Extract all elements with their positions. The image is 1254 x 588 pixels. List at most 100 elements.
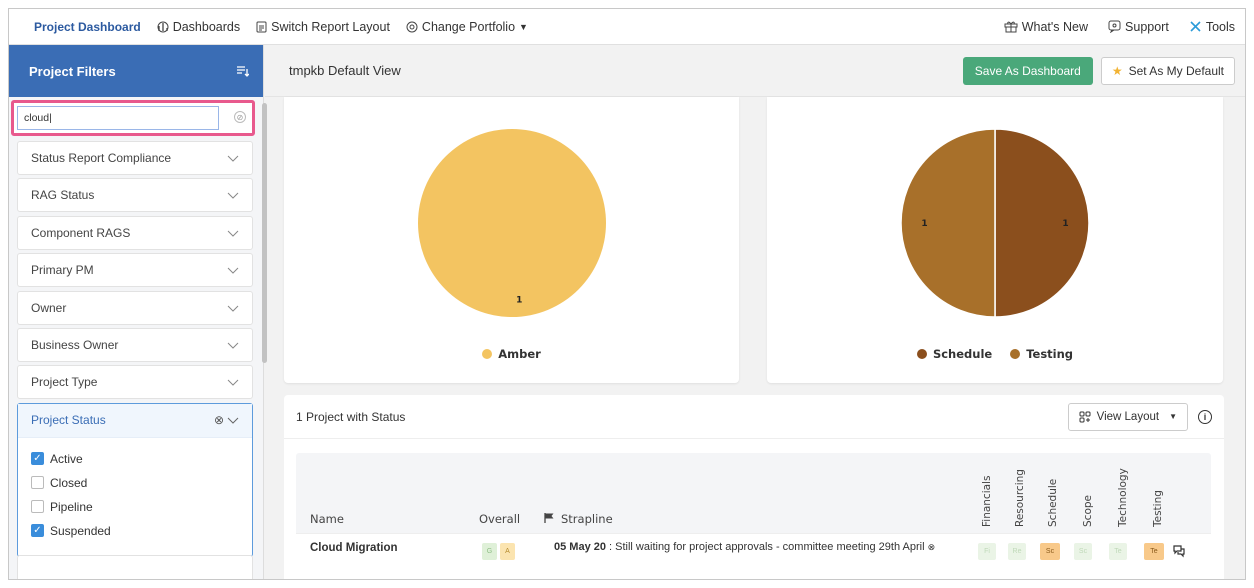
nav-support-label: Support <box>1125 19 1169 34</box>
checkbox-closed[interactable] <box>31 476 44 490</box>
header-schedule[interactable]: Schedule <box>1045 457 1061 527</box>
option-active[interactable]: ✓ Active <box>31 447 239 471</box>
projects-table-card: 1 Project with Status View Layout ▼ i Na… <box>284 395 1224 579</box>
comp-pill-resourcing: Re <box>1008 543 1026 560</box>
legend-label: Testing <box>1026 347 1074 361</box>
filter-label: Project Status <box>31 413 106 428</box>
checkbox-suspended[interactable]: ✓ <box>31 524 44 538</box>
option-closed[interactable]: Closed <box>31 471 239 495</box>
filter-label: RAG Status <box>31 188 95 203</box>
layout-icon <box>256 21 267 33</box>
sidebar-header: Project Filters <box>9 45 263 97</box>
pie-slice-amber[interactable] <box>418 129 606 317</box>
nav-switch-layout[interactable]: Switch Report Layout <box>256 20 390 34</box>
clock-icon: ⊗ <box>927 542 936 552</box>
header-label: Financials <box>981 475 993 527</box>
nav-change-portfolio-label: Change Portfolio <box>421 19 516 34</box>
comp-pill-technology: Te <box>1109 543 1127 560</box>
support-icon <box>1108 20 1121 33</box>
nav-tools[interactable]: Tools <box>1189 20 1235 34</box>
view-title: tmpkb Default View <box>289 63 401 78</box>
filter-project-status-header[interactable]: Project Status ⊗ <box>18 403 252 438</box>
filter-primary-pm[interactable]: Primary PM <box>17 253 253 288</box>
header-label: Schedule <box>1047 478 1059 527</box>
rag-pie-legend: Amber <box>284 347 739 361</box>
comp-pill-financials: Fi <box>978 543 996 560</box>
filter-project-type[interactable]: Project Type <box>17 365 253 400</box>
header-scope[interactable]: Scope <box>1080 457 1096 527</box>
legend-item-schedule[interactable]: Schedule <box>916 347 993 361</box>
top-nav: Project Dashboard Dashboards Switch Repo… <box>9 9 1245 45</box>
header-testing[interactable]: Testing <box>1150 457 1166 527</box>
nav-change-portfolio[interactable]: Change Portfolio ▼ <box>406 20 528 34</box>
portfolio-icon <box>406 21 418 33</box>
checkbox-active[interactable]: ✓ <box>31 452 44 466</box>
pie-slice-testing[interactable] <box>900 128 996 318</box>
legend-item-testing[interactable]: Testing <box>1010 347 1073 361</box>
header-resourcing[interactable]: Resourcing <box>1012 457 1028 527</box>
filter-status-report-compliance[interactable]: Status Report Compliance <box>17 141 253 175</box>
chevron-down-icon <box>227 375 239 389</box>
chevron-down-icon <box>227 338 239 352</box>
option-suspended[interactable]: ✓ Suspended <box>31 519 239 543</box>
filter-label: Owner <box>31 300 67 315</box>
comments-icon[interactable] <box>1172 544 1186 563</box>
caret-down-icon: ▼ <box>1169 412 1177 421</box>
comp-pill-scope: Sc <box>1074 543 1092 560</box>
filter-label: Status Report Compliance <box>31 151 172 165</box>
option-pipeline[interactable]: Pipeline <box>31 495 239 519</box>
filter-rag-status[interactable]: RAG Status <box>17 178 253 213</box>
nav-support[interactable]: Support <box>1108 20 1169 34</box>
pie-slice-schedule[interactable] <box>994 128 1090 318</box>
collapse-filters-icon[interactable] <box>236 65 249 77</box>
view-layout-dropdown[interactable]: View Layout ▼ <box>1067 402 1188 431</box>
filter-more[interactable] <box>17 555 253 579</box>
status-options: ✓ Active Closed Pipeline ✓ Suspended <box>18 438 252 552</box>
view-layout-label: View Layout <box>1096 410 1160 423</box>
legend-swatch <box>482 349 493 359</box>
table-card-header: 1 Project with Status View Layout ▼ i <box>284 395 1224 439</box>
pie-value-label: 1 <box>921 219 927 229</box>
header-name[interactable]: Name <box>310 512 344 526</box>
strapline-body: : Still waiting for project approvals - … <box>605 541 925 553</box>
filter-label: Project Type <box>31 375 98 390</box>
filter-business-owner[interactable]: Business Owner <box>17 327 253 362</box>
header-strapline-label: Strapline <box>561 512 613 526</box>
filter-label: Component RAGS <box>31 225 131 240</box>
rag-pie-chart: 1 <box>418 129 606 317</box>
table-row[interactable]: Cloud Migration G A 05 May 20 : Still wa… <box>296 533 1211 573</box>
chevron-down-icon <box>227 301 239 315</box>
filter-search-input[interactable] <box>17 106 219 130</box>
search-highlight: ⊘ <box>11 100 255 136</box>
chevron-down-icon <box>227 226 239 240</box>
header-technology[interactable]: Technology <box>1115 457 1131 527</box>
clear-filter-icon[interactable]: ⊗ <box>214 413 224 427</box>
overall-pill-a: A <box>500 543 515 560</box>
info-icon[interactable]: i <box>1198 409 1212 424</box>
header-strapline[interactable]: Strapline <box>544 512 613 526</box>
save-as-dashboard-button[interactable]: Save As Dashboard <box>962 56 1093 85</box>
legend-item-amber[interactable]: Amber <box>482 347 541 361</box>
checkbox-pipeline[interactable] <box>31 500 44 514</box>
overall-pill-g: G <box>482 543 497 560</box>
nav-whats-new[interactable]: What's New <box>1004 20 1088 34</box>
filter-label: Business Owner <box>31 337 119 352</box>
component-pie-chart: 11 <box>900 128 1090 318</box>
component-pie-legend: Schedule Testing <box>767 347 1223 361</box>
filter-project-status: Project Status ⊗ ✓ Active Closed Pipelin… <box>17 402 253 557</box>
header-overall[interactable]: Overall <box>479 512 520 526</box>
clear-search-icon[interactable]: ⊘ <box>234 111 246 123</box>
nav-dashboards[interactable]: Dashboards <box>157 20 240 34</box>
project-name-link[interactable]: Cloud Migration <box>310 542 398 554</box>
set-as-default-button[interactable]: ★ Set As My Default <box>1100 56 1235 85</box>
sidebar-title: Project Filters <box>29 63 116 79</box>
header-financials[interactable]: Financials <box>979 457 995 527</box>
pie-value-label: 1 <box>1062 219 1068 229</box>
nav-switch-layout-label: Switch Report Layout <box>271 19 390 34</box>
legend-label: Schedule <box>932 347 993 361</box>
component-pie-card: 11 Schedule Testing <box>767 97 1223 383</box>
filter-component-rags[interactable]: Component RAGS <box>17 215 253 250</box>
nav-dashboards-label: Dashboards <box>172 19 241 34</box>
nav-project-dashboard[interactable]: Project Dashboard <box>34 20 141 34</box>
filter-owner[interactable]: Owner <box>17 290 253 325</box>
